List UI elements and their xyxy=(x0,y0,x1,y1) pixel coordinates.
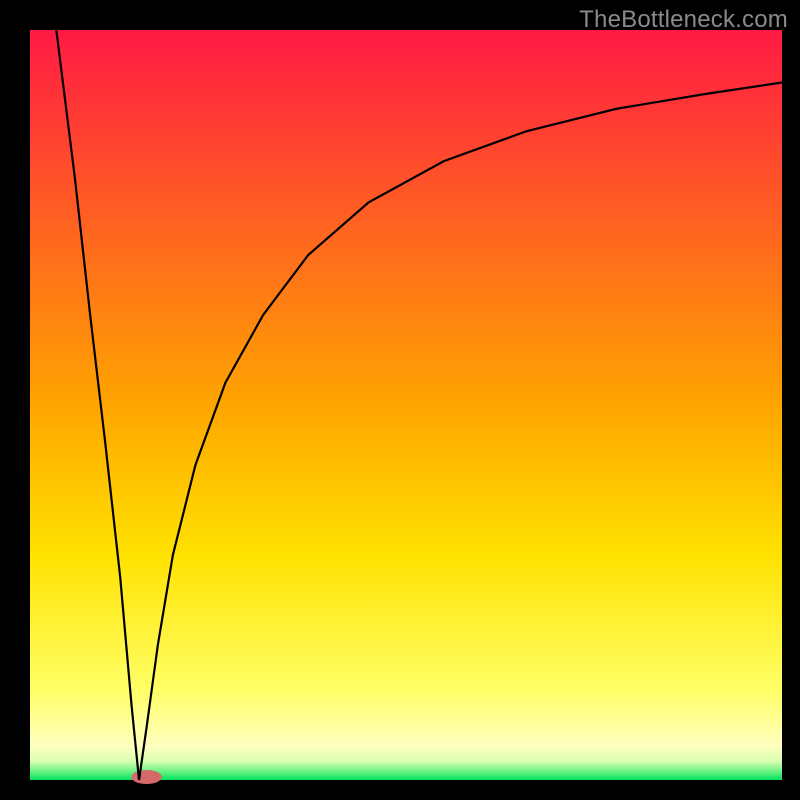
watermark-label: TheBottleneck.com xyxy=(579,6,788,34)
plot-area xyxy=(30,30,782,780)
optimal-region-marker xyxy=(131,770,162,784)
bottleneck-chart xyxy=(0,0,800,800)
chart-container: TheBottleneck.com xyxy=(0,0,800,800)
